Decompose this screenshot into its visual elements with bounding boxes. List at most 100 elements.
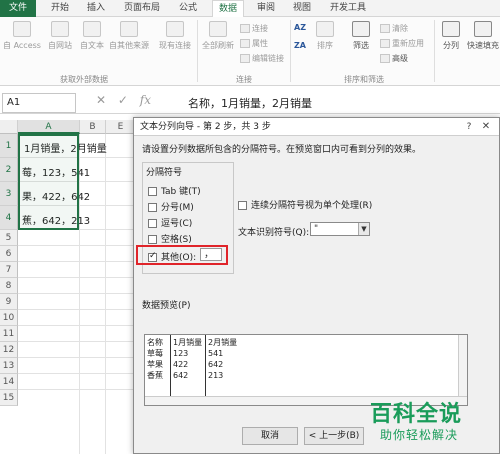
group-label-sort-filter: 排序和筛选 — [344, 75, 384, 84]
fx-icon[interactable]: fx — [140, 93, 151, 107]
tab-data[interactable]: 数据 — [212, 0, 244, 18]
edit-links-link[interactable]: 编辑链接 — [240, 53, 284, 64]
formula-buttons: ✕ ✓ fx — [96, 93, 159, 107]
text-to-columns-button[interactable]: 分列 — [438, 21, 464, 51]
checkbox-box — [148, 235, 157, 244]
checkbox-box — [238, 201, 247, 210]
cancel-button[interactable]: 取消 — [242, 427, 298, 445]
from-text-button[interactable]: 自文本 — [76, 21, 108, 51]
row-header[interactable]: 12 — [0, 342, 18, 358]
row-header[interactable]: 11 — [0, 326, 18, 342]
chevron-down-icon: ▼ — [358, 223, 369, 235]
refresh-icon — [209, 21, 227, 37]
sort-button[interactable]: 排序 — [312, 21, 338, 51]
select-all-corner[interactable] — [0, 120, 18, 134]
tab-developer[interactable]: 开发工具 — [324, 0, 372, 17]
clear-filter-button[interactable]: 清除 — [380, 23, 408, 34]
properties-link[interactable]: 属性 — [240, 38, 268, 49]
delimiters-label: 分隔符号 — [144, 165, 185, 178]
properties-icon — [240, 39, 250, 48]
edit-links-icon — [240, 54, 250, 63]
formula-bar: A1 ✕ ✓ fx 名称，1月销量，2月销量 — [0, 92, 500, 114]
from-access-button[interactable]: 自 Access — [2, 21, 42, 51]
enter-icon[interactable]: ✓ — [118, 93, 128, 107]
dialog-title: 文本分列向导 - 第 2 步，共 3 步 — [140, 122, 271, 132]
preview-row: 香蕉 642 213 — [147, 371, 224, 380]
dialog-title-bar[interactable]: 文本分列向导 - 第 2 步，共 3 步 ? ✕ — [134, 118, 499, 136]
ribbon-separator — [197, 20, 198, 82]
flash-fill-button[interactable]: 快速填充 — [466, 21, 500, 51]
ribbon-separator — [290, 20, 291, 82]
from-web-button[interactable]: 自网站 — [44, 21, 76, 51]
cancel-icon[interactable]: ✕ — [96, 93, 106, 107]
watermark-subtitle: 助你轻松解决 — [380, 428, 459, 442]
tab-review[interactable]: 审阅 — [252, 0, 280, 17]
gridline — [79, 134, 80, 454]
column-header-a[interactable]: A — [18, 120, 80, 134]
flash-fill-icon — [474, 21, 492, 37]
back-button[interactable]: < 上一步(B) — [304, 427, 364, 445]
reapply-button[interactable]: 重新应用 — [380, 38, 424, 49]
sort-icon — [316, 21, 334, 37]
tab-file[interactable]: 文件 — [0, 0, 36, 17]
sort-za-button[interactable]: ZA — [294, 41, 306, 50]
preview-label: 数据预览(P) — [142, 301, 191, 311]
row-header[interactable]: 8 — [0, 278, 18, 294]
preview-row: 苹果 422 642 — [147, 360, 224, 369]
tab-checkbox[interactable]: Tab 键(T) — [148, 184, 201, 197]
filter-button[interactable]: 筛选 — [348, 21, 374, 51]
advanced-filter-icon — [380, 54, 390, 63]
from-other-sources-button[interactable]: 自其他来源 — [108, 21, 150, 51]
row-header[interactable]: 9 — [0, 294, 18, 310]
split-columns-icon — [442, 21, 460, 37]
text-file-icon — [83, 21, 101, 37]
row-header[interactable]: 3 — [0, 182, 18, 206]
row-header[interactable]: 6 — [0, 246, 18, 262]
close-icon[interactable]: ✕ — [479, 120, 493, 134]
watermark-title: 百科全说 — [370, 402, 463, 427]
highlight-box — [136, 245, 228, 265]
existing-connections-button[interactable]: 现有连接 — [156, 21, 194, 51]
sort-az-button[interactable]: AZ — [294, 23, 306, 32]
row-header[interactable]: 7 — [0, 262, 18, 278]
preview-row: 草莓 123 541 — [147, 349, 224, 358]
space-checkbox[interactable]: 空格(S) — [148, 232, 192, 245]
advanced-filter-button[interactable]: 高级 — [380, 53, 408, 64]
row-header[interactable]: 10 — [0, 310, 18, 326]
help-icon[interactable]: ? — [463, 121, 475, 133]
qualifier-label: 文本识别符号(Q): — [238, 228, 310, 238]
name-box[interactable]: A1 — [2, 93, 76, 113]
connections-icon — [166, 21, 184, 37]
column-header-e[interactable]: E — [106, 120, 136, 134]
connections-link[interactable]: 连接 — [240, 23, 268, 34]
ribbon-separator — [434, 20, 435, 82]
row-header[interactable]: 15 — [0, 390, 18, 406]
comma-checkbox[interactable]: 逗号(C) — [148, 216, 192, 229]
tab-insert[interactable]: 插入 — [82, 0, 110, 17]
consecutive-checkbox[interactable]: 连续分隔符号视为单个处理(R) — [238, 198, 372, 211]
ribbon-data: 自 Access 自网站 自文本 自其他来源 现有连接 获取外部数据 全部刷新 … — [0, 17, 500, 86]
group-label-connections: 连接 — [236, 75, 252, 84]
reapply-icon — [380, 39, 390, 48]
column-header-b[interactable]: B — [80, 120, 106, 134]
group-label-external: 获取外部数据 — [60, 75, 108, 84]
row-header[interactable]: 1 — [0, 134, 18, 158]
semicolon-checkbox[interactable]: 分号(M) — [148, 200, 194, 213]
row-header[interactable]: 13 — [0, 358, 18, 374]
tab-view[interactable]: 视图 — [288, 0, 316, 17]
preview-vertical-scrollbar[interactable] — [458, 335, 467, 398]
qualifier-value: " — [314, 224, 319, 234]
row-header[interactable]: 14 — [0, 374, 18, 390]
tab-formulas[interactable]: 公式 — [174, 0, 202, 17]
tab-page-layout[interactable]: 页面布局 — [118, 0, 166, 17]
row-header[interactable]: 5 — [0, 230, 18, 246]
row-header[interactable]: 4 — [0, 206, 18, 230]
access-icon — [13, 21, 31, 37]
formula-input[interactable]: 名称，1月销量，2月销量 — [188, 95, 312, 111]
refresh-all-button[interactable]: 全部刷新 — [200, 21, 236, 51]
qualifier-select[interactable]: " ▼ — [310, 222, 370, 236]
gridline — [105, 134, 106, 454]
tab-home[interactable]: 开始 — [46, 0, 74, 17]
row-header[interactable]: 2 — [0, 158, 18, 182]
dialog-instruction: 请设置分列数据所包含的分隔符号。在预览窗口内可看到分列的效果。 — [142, 145, 422, 155]
